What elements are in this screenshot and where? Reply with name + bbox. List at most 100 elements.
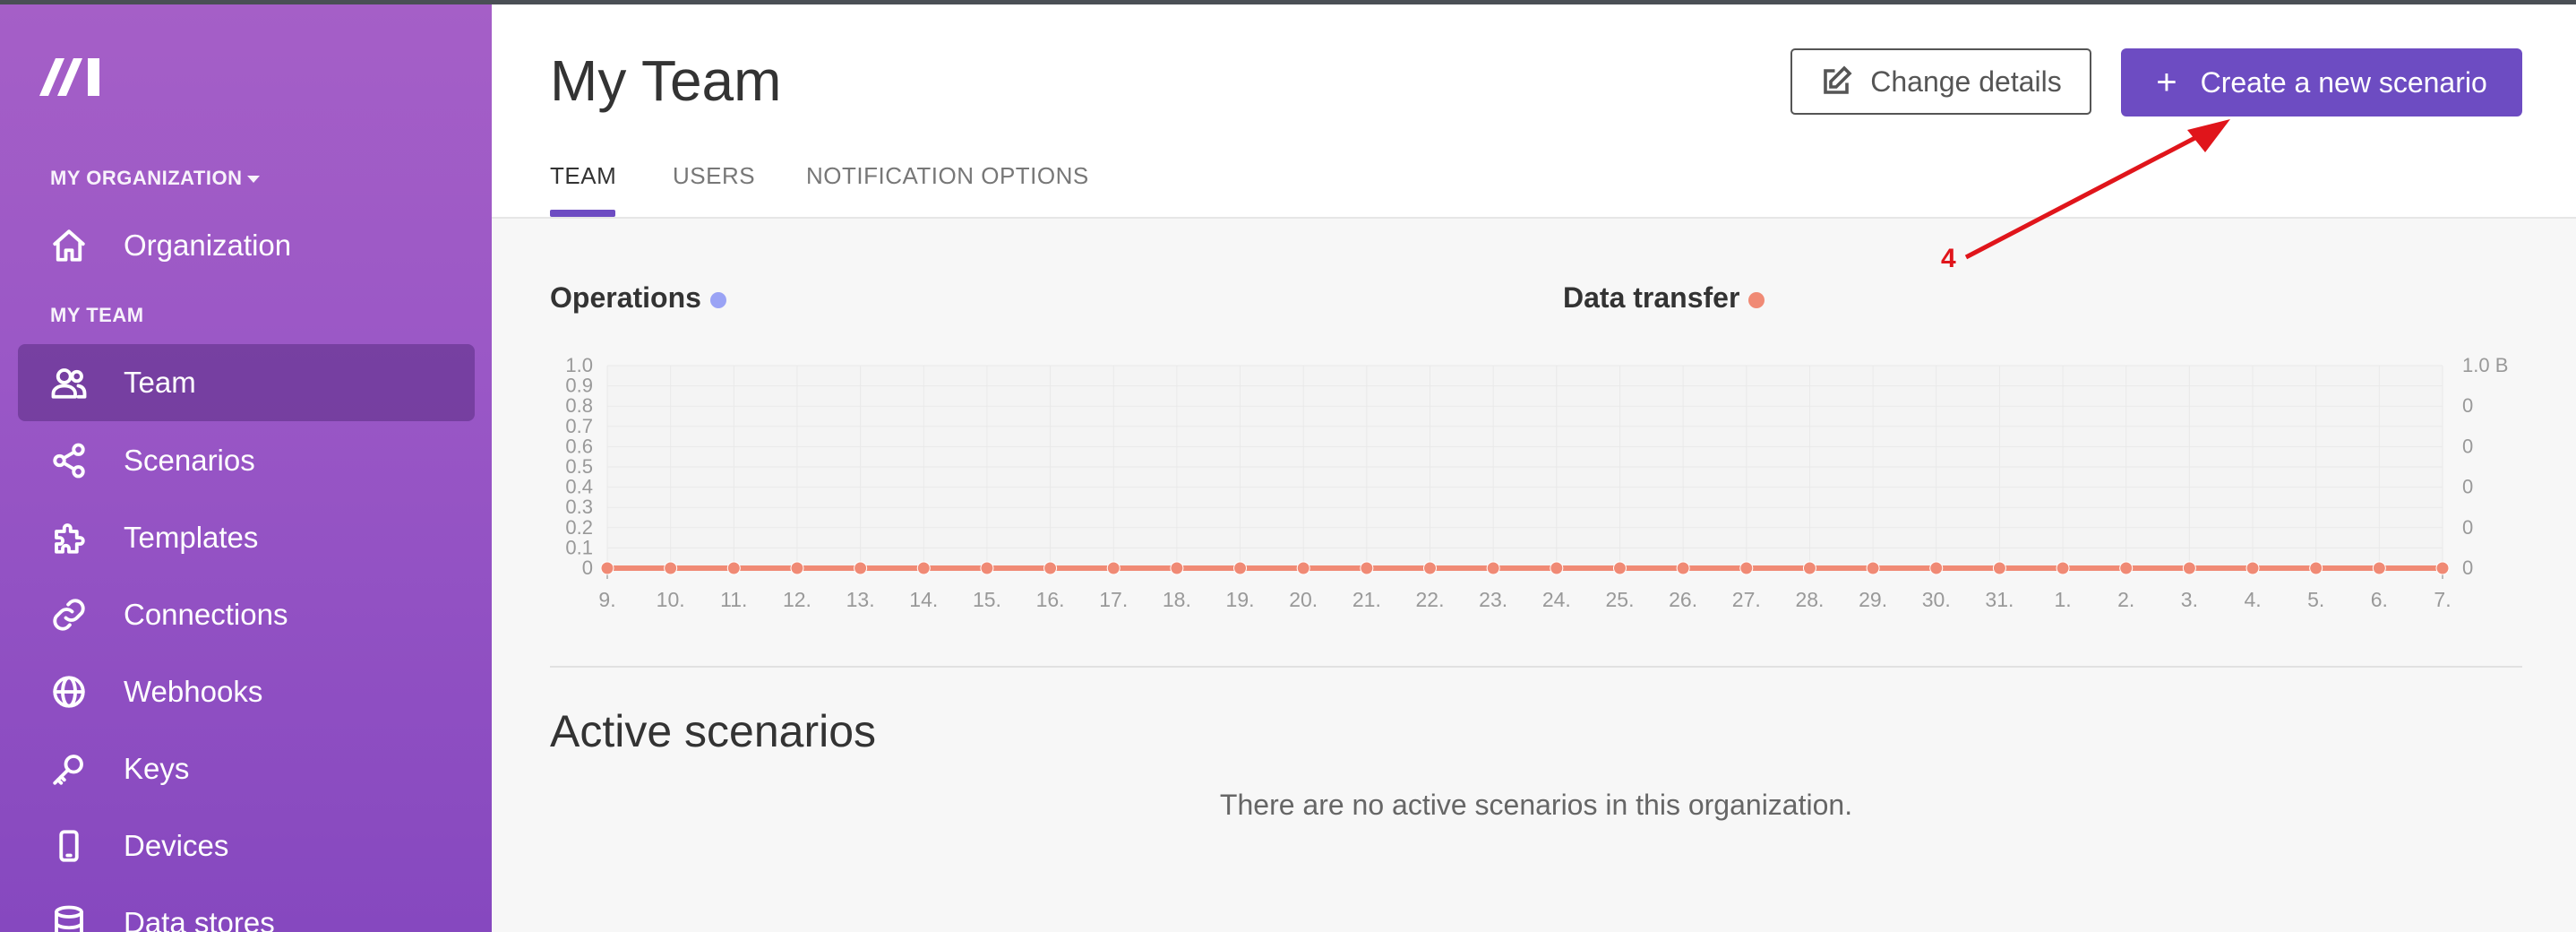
x-tick-label: 5.: [2307, 588, 2324, 611]
x-tick-label: 6.: [2371, 588, 2388, 611]
mobile-icon: [48, 825, 90, 867]
globe-icon: [48, 671, 90, 712]
active-tab-indicator: [550, 210, 615, 217]
y-tick-label: 0.1: [565, 536, 593, 558]
y2-tick-label: 0: [2462, 476, 2473, 498]
x-tick-label: 25.: [1605, 588, 1634, 611]
data-point-data-transfer: [1486, 561, 1500, 575]
caret-down-icon: [247, 176, 261, 184]
x-tick-label: 11.: [720, 588, 747, 611]
team-section-label: MY TEAM: [50, 304, 144, 326]
data-point-data-transfer: [1423, 561, 1438, 575]
sidebar-item-scenarios[interactable]: Scenarios: [18, 422, 475, 499]
sidebar-item-organization[interactable]: Organization: [18, 207, 475, 284]
sidebar-item-label: Team: [124, 366, 196, 399]
data-point-data-transfer: [2309, 561, 2323, 575]
x-tick-label: 29.: [1859, 588, 1887, 611]
x-tick-label: 10.: [657, 588, 685, 611]
data-point-data-transfer: [1360, 561, 1374, 575]
change-details-label: Change details: [1870, 65, 2062, 98]
data-point-data-transfer: [726, 561, 741, 575]
y-tick-label: 0.9: [565, 375, 593, 397]
make-logo-icon[interactable]: [36, 51, 106, 101]
y-tick-label: 0.8: [565, 394, 593, 417]
y-tick-label: 0.5: [565, 455, 593, 478]
y-tick-label: 1.0: [565, 354, 593, 376]
sidebar-item-label: Devices: [124, 829, 229, 862]
data-point-data-transfer: [980, 561, 994, 575]
tab-team[interactable]: TEAM: [550, 162, 616, 190]
y2-tick-label: 0: [2462, 516, 2473, 539]
plus-icon: +: [2156, 63, 2177, 102]
x-tick-label: 16.: [1036, 588, 1065, 611]
tab-users[interactable]: USERS: [673, 162, 755, 190]
users-icon: [48, 362, 90, 403]
sidebar-item-label: Data stores: [124, 906, 275, 932]
y-tick-label: 0.6: [565, 435, 593, 457]
x-tick-label: 31.: [1985, 588, 2014, 611]
sidebar-item-label: Templates: [124, 521, 259, 554]
key-icon: [48, 748, 90, 790]
x-tick-label: 20.: [1289, 588, 1318, 611]
data-point-data-transfer: [1739, 561, 1754, 575]
x-tick-label: 2.: [2117, 588, 2134, 611]
data-point-data-transfer: [2182, 561, 2196, 575]
change-details-button[interactable]: Change details: [1790, 48, 2091, 115]
data-point-data-transfer: [2245, 561, 2260, 575]
data-point-data-transfer: [1612, 561, 1627, 575]
sidebar-item-keys[interactable]: Keys: [18, 730, 475, 807]
data-point-data-transfer: [2372, 561, 2386, 575]
sidebar-item-devices[interactable]: Devices: [18, 807, 475, 885]
create-scenario-button[interactable]: + Create a new scenario: [2121, 48, 2522, 116]
x-tick-label: 18.: [1163, 588, 1191, 611]
x-tick-label: 15.: [973, 588, 1001, 611]
y2-tick-label: 0: [2462, 435, 2473, 457]
operations-dot-icon: [709, 291, 726, 308]
data-point-data-transfer: [1866, 561, 1880, 575]
data-point-data-transfer: [1296, 561, 1310, 575]
y2-tick-label: 1.0 B: [2462, 354, 2508, 376]
data-point-data-transfer: [1233, 561, 1248, 575]
home-icon: [48, 225, 90, 266]
data-point-data-transfer: [790, 561, 804, 575]
sidebar: MY ORGANIZATION Organization MY TEAM Tea…: [0, 4, 492, 932]
sidebar-item-templates[interactable]: Templates: [18, 499, 475, 576]
y-tick-label: 0.3: [565, 496, 593, 518]
sidebar-item-data-stores[interactable]: Data stores: [18, 885, 475, 932]
sidebar-item-label: Organization: [124, 229, 292, 262]
x-tick-label: 12.: [783, 588, 811, 611]
organization-section-label: MY ORGANIZATION: [50, 167, 243, 189]
organization-dropdown[interactable]: MY ORGANIZATION: [50, 167, 261, 190]
puzzle-icon: [48, 517, 90, 558]
data-point-data-transfer: [1802, 561, 1816, 575]
y2-tick-label: 0: [2462, 394, 2473, 417]
share-icon: [48, 440, 90, 481]
sidebar-item-label: Scenarios: [124, 444, 255, 477]
legend-data-transfer: Data transfer: [1563, 281, 1765, 315]
x-tick-label: 27.: [1732, 588, 1761, 611]
data-point-data-transfer: [854, 561, 868, 575]
x-tick-label: 19.: [1226, 588, 1255, 611]
x-tick-label: 7.: [2434, 588, 2451, 611]
data-transfer-dot-icon: [1748, 291, 1765, 308]
sidebar-item-webhooks[interactable]: Webhooks: [18, 653, 475, 730]
y-tick-label: 0.7: [565, 415, 593, 437]
tab-notification-options[interactable]: NOTIFICATION OPTIONS: [806, 162, 1089, 190]
sidebar-item-connections[interactable]: Connections: [18, 576, 475, 653]
data-point-data-transfer: [1929, 561, 1944, 575]
edit-icon: [1824, 65, 1852, 94]
sidebar-item-label: Webhooks: [124, 675, 263, 708]
sidebar-item-team[interactable]: Team: [18, 344, 475, 421]
x-tick-label: 13.: [846, 588, 875, 611]
sidebar-item-label: Keys: [124, 752, 190, 785]
data-point-data-transfer: [2435, 561, 2450, 575]
x-tick-label: 30.: [1922, 588, 1951, 611]
x-tick-label: 24.: [1542, 588, 1571, 611]
x-tick-label: 22.: [1416, 588, 1445, 611]
data-point-data-transfer: [600, 561, 614, 575]
data-point-data-transfer: [664, 561, 678, 575]
data-point-data-transfer: [2056, 561, 2070, 575]
y-tick-label: 0: [582, 557, 593, 579]
active-scenarios-title: Active scenarios: [550, 706, 877, 756]
x-tick-label: 9.: [598, 588, 615, 611]
